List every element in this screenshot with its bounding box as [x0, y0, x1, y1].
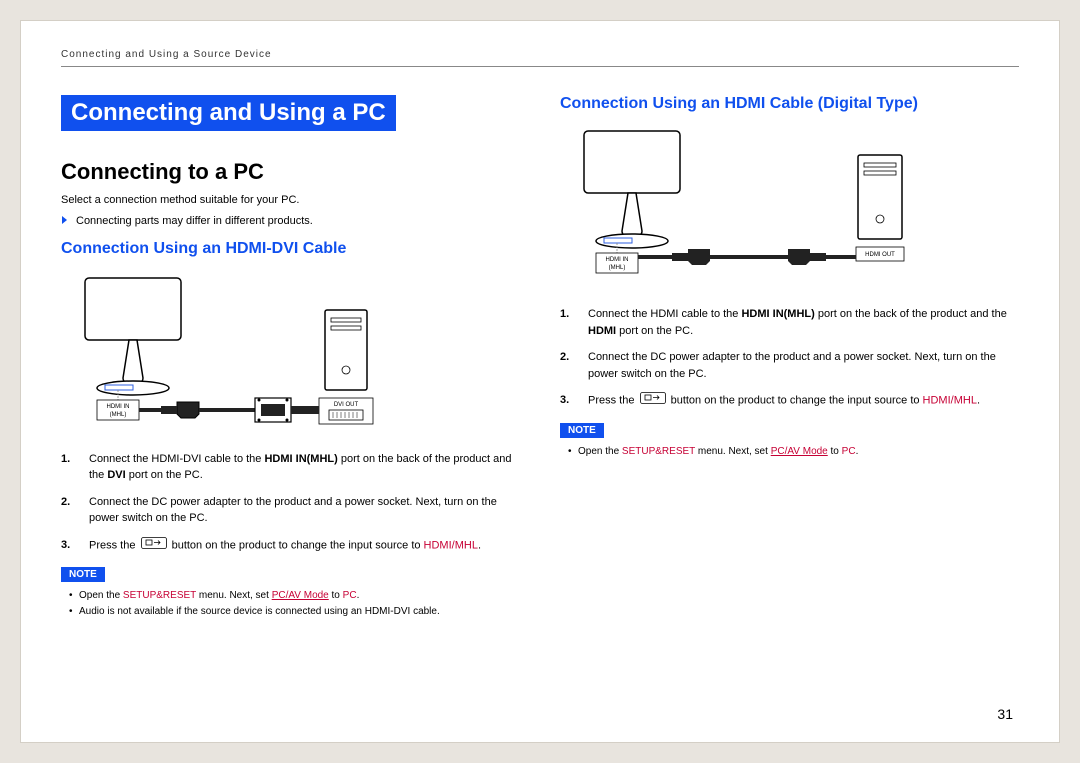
left-column: Connecting and Using a PC Connecting to … — [61, 95, 520, 620]
port-label-hdmi-in: HDMI IN (MHL) — [596, 253, 638, 273]
svg-text:DVI OUT: DVI OUT — [334, 402, 359, 408]
step-1: 1. Connect the HDMI-DVI cable to the HDM… — [79, 451, 520, 484]
subsection-title-hdmi: Connection Using an HDMI Cable (Digital … — [560, 95, 1019, 113]
svg-text:(MHL): (MHL) — [609, 265, 626, 271]
svg-text:HDMI IN: HDMI IN — [606, 257, 629, 263]
note-badge: NOTE — [61, 567, 105, 582]
subsection-title-hdmi-dvi: Connection Using an HDMI-DVI Cable — [61, 240, 520, 258]
svg-text:HDMI IN: HDMI IN — [107, 404, 130, 410]
step-3: 3. Press the button on the product to ch… — [578, 392, 1019, 410]
step-2: 2.Connect the DC power adapter to the pr… — [578, 349, 1019, 382]
main-title: Connecting and Using a PC — [61, 95, 396, 131]
cable-hdmi-dvi-icon — [139, 398, 319, 422]
right-column: Connection Using an HDMI Cable (Digital … — [560, 95, 1019, 620]
connection-diagram-hdmi-dvi: HDMI IN (MHL) DVI OUT — [61, 270, 520, 435]
note-item-1: Open the SETUP&RESET menu. Next, set PC/… — [69, 588, 520, 604]
note-list: Open the SETUP&RESET menu. Next, set PC/… — [61, 588, 520, 620]
svg-text:HDMI OUT: HDMI OUT — [865, 252, 895, 258]
page-number: 31 — [997, 706, 1013, 722]
source-button-icon — [640, 392, 666, 410]
steps-list-hdmi: 1. Connect the HDMI cable to the HDMI IN… — [560, 306, 1019, 410]
bullet-icon — [61, 216, 70, 225]
source-button-icon — [141, 537, 167, 555]
note-list: Open the SETUP&RESET menu. Next, set PC/… — [560, 444, 1019, 460]
port-label-hdmi-out: HDMI OUT — [856, 247, 904, 261]
port-label-dvi-out: DVI OUT — [319, 398, 373, 424]
port-label-hdmi-in: HDMI IN (MHL) — [97, 400, 139, 420]
cable-hdmi-hdmi-icon — [638, 249, 856, 265]
connection-diagram-hdmi: HDMI IN (MHL) HDMI OUT — [560, 125, 1019, 290]
steps-list-hdmi-dvi: 1. Connect the HDMI-DVI cable to the HDM… — [61, 451, 520, 555]
note-badge: NOTE — [560, 423, 604, 438]
note-item-1: Open the SETUP&RESET menu. Next, set PC/… — [568, 444, 1019, 460]
content-columns: Connecting and Using a PC Connecting to … — [61, 95, 1019, 620]
note-item-2: Audio is not available if the source dev… — [69, 604, 520, 620]
bullet-note: Connecting parts may differ in different… — [61, 214, 520, 229]
pc-tower-icon — [858, 155, 902, 239]
step-1: 1. Connect the HDMI cable to the HDMI IN… — [578, 306, 1019, 339]
monitor-icon — [584, 131, 680, 253]
intro-text: Select a connection method suitable for … — [61, 193, 520, 208]
section-title: Connecting to a PC — [61, 159, 520, 185]
manual-page: Connecting and Using a Source Device Con… — [20, 20, 1060, 743]
page-header: Connecting and Using a Source Device — [61, 49, 1019, 67]
bullet-text: Connecting parts may differ in different… — [76, 214, 313, 229]
svg-text:(MHL): (MHL) — [110, 412, 127, 418]
step-3: 3. Press the button on the product to ch… — [79, 537, 520, 555]
step-2: 2.Connect the DC power adapter to the pr… — [79, 494, 520, 527]
pc-tower-icon — [325, 310, 367, 390]
monitor-icon — [85, 278, 181, 400]
